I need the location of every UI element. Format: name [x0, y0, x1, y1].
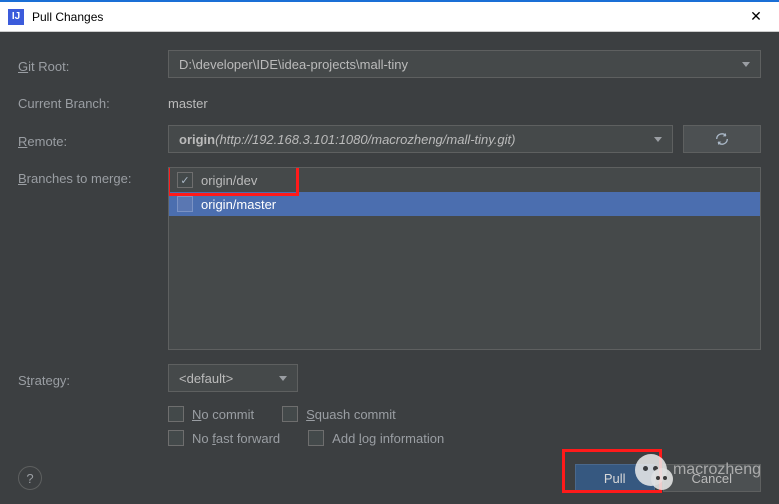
close-icon[interactable]: ✕ [741, 8, 771, 25]
chevron-down-icon [654, 137, 662, 142]
squash-checkbox[interactable]: Squash commit [282, 406, 396, 422]
list-item[interactable]: origin/master [169, 192, 760, 216]
branches-listbox[interactable]: origin/dev origin/master [168, 167, 761, 350]
checkbox-icon [168, 430, 184, 446]
help-button[interactable]: ? [18, 466, 42, 490]
git-root-label: Git Root: [18, 55, 168, 74]
strategy-value: <default> [179, 371, 233, 386]
strategy-combo[interactable]: <default> [168, 364, 298, 392]
current-branch-value: master [168, 92, 208, 111]
app-icon: IJ [8, 9, 24, 25]
refresh-button[interactable] [683, 125, 761, 153]
remote-combo[interactable]: origin(http://192.168.3.101:1080/macrozh… [168, 125, 673, 153]
cancel-button[interactable]: Cancel [663, 464, 761, 492]
remote-value: origin(http://192.168.3.101:1080/macrozh… [179, 132, 516, 147]
add-log-checkbox[interactable]: Add log information [308, 430, 444, 446]
checkbox-icon[interactable] [177, 172, 193, 188]
refresh-icon [714, 131, 730, 147]
chevron-down-icon [279, 376, 287, 381]
no-ff-checkbox[interactable]: No fast forward [168, 430, 280, 446]
chevron-down-icon [742, 62, 750, 67]
current-branch-label: Current Branch: [18, 92, 168, 111]
git-root-value: D:\developer\IDE\idea-projects\mall-tiny [179, 57, 408, 72]
checkbox-icon[interactable] [177, 196, 193, 212]
git-root-combo[interactable]: D:\developer\IDE\idea-projects\mall-tiny [168, 50, 761, 78]
branch-label: origin/master [201, 197, 276, 212]
window-title: Pull Changes [32, 10, 103, 24]
pull-button[interactable]: Pull [575, 464, 655, 492]
checkbox-icon [168, 406, 184, 422]
checkbox-icon [308, 430, 324, 446]
list-item[interactable]: origin/dev [169, 168, 760, 192]
no-commit-checkbox[interactable]: No commit [168, 406, 254, 422]
remote-label: Remote: [18, 130, 168, 149]
strategy-label: Strategy: [18, 369, 168, 388]
branch-label: origin/dev [201, 173, 257, 188]
checkbox-icon [282, 406, 298, 422]
titlebar: IJ Pull Changes ✕ [0, 2, 779, 32]
branches-label: Branches to merge: [18, 167, 168, 186]
